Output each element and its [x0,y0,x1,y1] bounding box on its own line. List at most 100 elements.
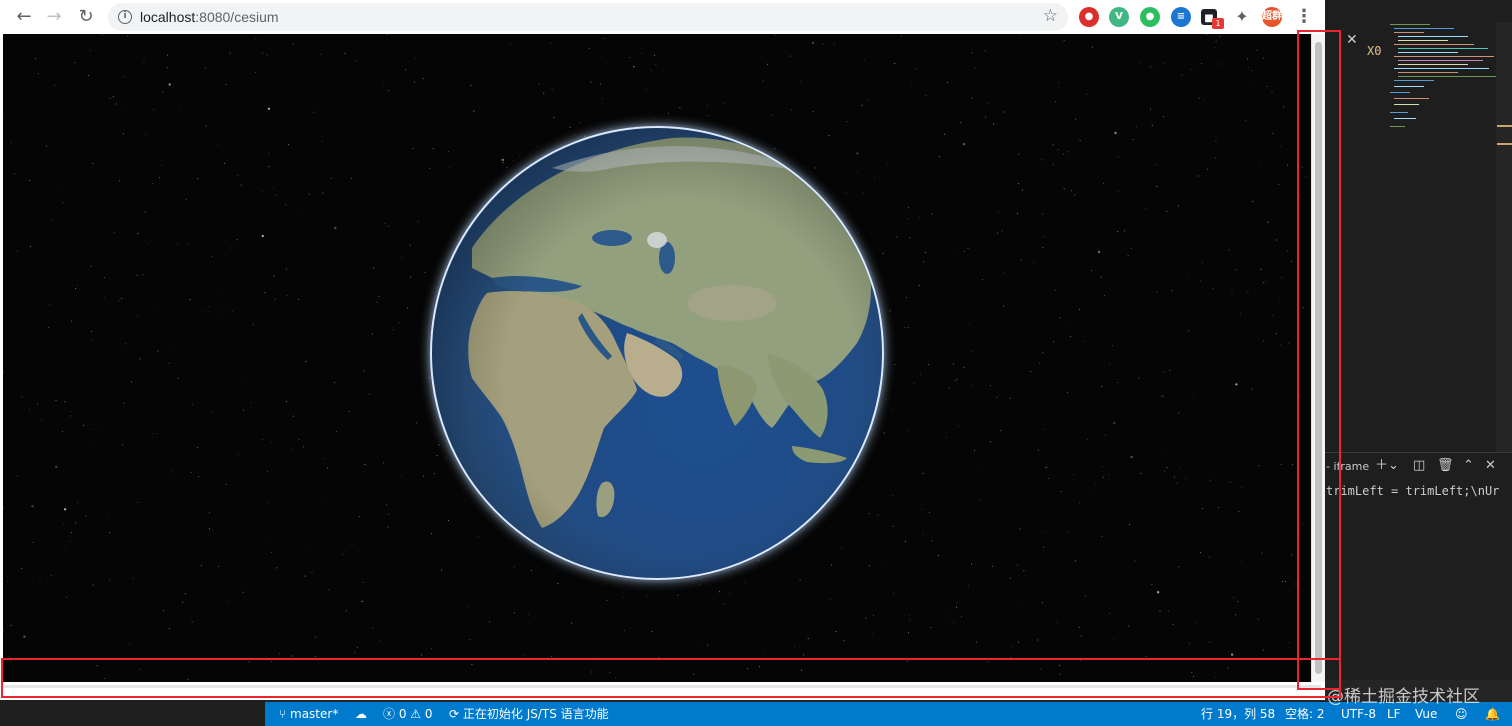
star [75,288,77,290]
minimap[interactable] [1380,22,1498,152]
star [601,98,603,100]
horizontal-scrollbar[interactable] [0,682,1325,700]
star [1074,560,1076,562]
star [108,516,110,518]
star [325,498,327,500]
star [1195,622,1197,624]
star [231,247,233,249]
star [383,462,385,464]
star [509,43,511,45]
star [471,664,473,666]
star [205,125,207,127]
maximize-panel-icon[interactable]: ⌃ [1463,458,1474,474]
star [14,173,16,175]
star [1291,554,1293,556]
star [1016,564,1018,566]
vue-devtools-icon[interactable]: V [1109,7,1129,27]
star [209,528,210,530]
raindrop-icon[interactable]: ≡ [1171,7,1191,27]
star [749,138,751,140]
star [4,118,6,120]
star [771,114,773,116]
star [39,578,41,580]
star [1295,583,1297,585]
problems-item[interactable]: ⓧ 0 ⚠ 0 [383,706,432,722]
star [21,396,23,398]
close-panel-icon[interactable]: ✕ [1485,458,1496,474]
evernote-icon[interactable]: ● [1140,7,1160,27]
encoding[interactable]: UTF-8 [1341,706,1376,722]
cursor-position[interactable]: 行 19，列 58 [1201,706,1275,722]
eol[interactable]: LF [1387,706,1401,722]
star [1045,532,1047,533]
forward-icon[interactable]: → [43,6,65,28]
star [285,204,287,206]
back-icon[interactable]: ← [13,6,35,28]
star [757,559,759,561]
star [699,584,700,586]
star [905,297,907,299]
bookmark-star-icon[interactable]: ☆ [1043,6,1058,26]
star [551,88,553,90]
puzzle-icon[interactable]: ✦ [1232,7,1252,27]
star [1043,546,1044,548]
star [421,654,423,656]
url-text[interactable]: localhost:8080/cesium [140,9,279,25]
sync-icon[interactable]: ☁ [355,706,367,722]
star [136,274,138,276]
star [553,117,555,119]
star [747,668,749,670]
star [268,152,270,154]
language-mode[interactable]: Vue [1415,706,1437,722]
star [369,393,371,395]
star [37,73,39,75]
globe[interactable] [430,126,884,580]
cesium-viewport[interactable] [3,34,1311,682]
tab-close-icon[interactable]: ✕ [1346,33,1360,47]
add-terminal-icon[interactable]: ＋⌄ [1375,458,1399,474]
star [229,52,231,54]
star [811,41,815,45]
star [606,599,608,601]
vertical-scrollbar[interactable] [1311,34,1325,682]
vertical-scroll-thumb[interactable] [1315,42,1322,674]
star [286,401,288,403]
star [1045,467,1047,469]
star [885,564,887,566]
chrome-menu-icon[interactable]: ⋮ [1293,6,1315,28]
notifications-icon[interactable]: 🔔 [1485,706,1500,722]
star [886,399,888,401]
adblock-icon[interactable]: ● [1079,7,1099,27]
star [1191,672,1193,674]
reload-icon[interactable]: ↻ [75,6,97,28]
indentation[interactable]: 空格: 2 [1285,706,1325,722]
terminal-title[interactable]: - iframe [1326,460,1369,473]
star [240,184,242,186]
star [151,144,153,146]
editor-scrollbar[interactable] [1496,22,1512,452]
star [979,499,981,501]
profile-avatar[interactable]: 超群 [1262,7,1282,27]
star [225,483,227,485]
star [1073,474,1075,476]
star [1052,164,1054,166]
horizontal-scroll-thumb[interactable] [3,685,1321,688]
star [896,236,898,238]
split-terminal-icon[interactable]: ◫ [1413,458,1425,474]
star [971,52,973,54]
info-icon[interactable]: i [118,10,132,24]
star [1298,196,1300,198]
star [767,63,769,65]
star [255,71,257,73]
trash-icon[interactable]: 🗑 [1437,458,1454,474]
feedback-icon[interactable]: ☺ [1455,706,1468,722]
address-bar[interactable]: i localhost:8080/cesium ☆ [108,3,1068,31]
star [313,111,314,113]
star [1188,276,1189,277]
branch-item[interactable]: ⑂ master* [279,706,338,722]
star [574,134,576,136]
star [132,578,134,579]
star [1102,466,1103,468]
star [911,84,913,86]
star [209,512,210,514]
